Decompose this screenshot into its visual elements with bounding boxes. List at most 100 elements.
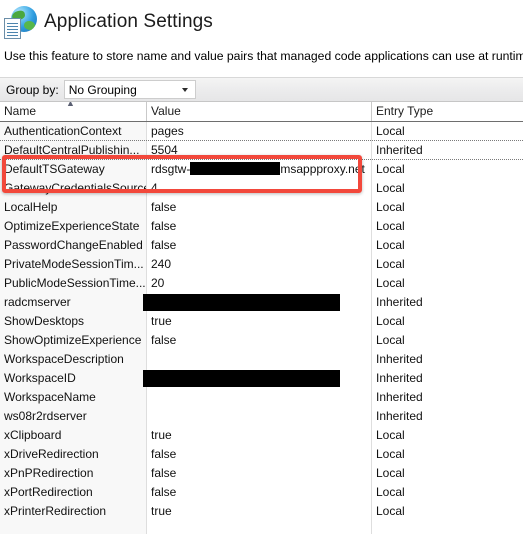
cell-entry-type: Local	[376, 276, 405, 290]
cell-name: PublicModeSessionTime...	[4, 276, 146, 290]
table-row[interactable]: xClipboard true Local	[0, 426, 523, 445]
cell-value: 5504	[151, 143, 178, 157]
table-row[interactable]: AuthenticationContext pages Local	[0, 122, 523, 141]
page-description: Use this feature to store name and value…	[4, 49, 523, 63]
chevron-down-icon	[181, 87, 188, 92]
document-icon	[4, 18, 21, 39]
column-header-entry-type[interactable]: Entry Type	[372, 102, 523, 121]
cell-name: PasswordChangeEnabled	[4, 238, 143, 252]
group-by-select[interactable]: No Grouping	[63, 80, 196, 99]
cell-entry-type: Local	[376, 200, 405, 214]
cell-value: false	[151, 485, 177, 499]
table-row[interactable]: ShowOptimizeExperience false Local	[0, 331, 523, 350]
cell-name: OptimizeExperienceState	[4, 219, 140, 233]
table-row[interactable]: ShowDesktops true Local	[0, 312, 523, 331]
cell-entry-type: Local	[376, 314, 405, 328]
grid-header-row: Name Value Entry Type ▲	[0, 102, 523, 122]
value-prefix: rdsgtw-	[151, 162, 191, 176]
cell-name: WorkspaceID	[4, 371, 76, 385]
cell-name: xClipboard	[4, 428, 62, 442]
page-header: Application Settings	[0, 0, 523, 44]
cell-entry-type: Inherited	[376, 352, 423, 366]
cell-name: xPortRedirection	[4, 485, 93, 499]
cell-entry-type: Local	[376, 466, 405, 480]
table-row[interactable]: xDriveRedirection false Local	[0, 445, 523, 464]
cell-entry-type: Local	[376, 504, 405, 518]
sort-ascending-icon: ▲	[66, 102, 75, 108]
page-title: Application Settings	[44, 11, 213, 32]
cell-value: 4	[151, 181, 158, 195]
cell-value: false	[151, 238, 177, 252]
table-row[interactable]: ws08r2rdserver Inherited	[0, 407, 523, 426]
table-row[interactable]: GatewayCredentialsSource 4 Local	[0, 179, 523, 198]
cell-name: xPnPRedirection	[4, 466, 94, 480]
cell-name: LocalHelp	[4, 200, 58, 214]
group-by-label: Group by:	[6, 82, 59, 97]
table-row[interactable]: xPrinterRedirection true Local	[0, 502, 523, 521]
cell-entry-type: Inherited	[376, 409, 423, 423]
cell-name: GatewayCredentialsSource	[4, 181, 146, 195]
cell-value: true	[151, 428, 172, 442]
table-row[interactable]: PasswordChangeEnabled false Local	[0, 236, 523, 255]
cell-name: DefaultTSGateway	[4, 162, 105, 176]
table-row[interactable]: DefaultCentralPublishin... 5504 Inherited	[0, 141, 523, 160]
settings-grid: Name Value Entry Type ▲ AuthenticationCo…	[0, 102, 523, 534]
cell-name: WorkspaceName	[4, 390, 96, 404]
table-row[interactable]: xPnPRedirection false Local	[0, 464, 523, 483]
cell-entry-type: Local	[376, 333, 405, 347]
cell-value: true	[151, 504, 172, 518]
value-suffix: msappproxy.net	[280, 162, 365, 176]
grid-body: AuthenticationContext pages Local DefaultCe…	[0, 122, 523, 534]
cell-value: 20	[151, 276, 165, 290]
table-row[interactable]: PrivateModeSessionTim... 240 Local	[0, 255, 523, 274]
header-divider-1	[146, 102, 147, 121]
cell-value: pages	[151, 124, 184, 138]
cell-name: PrivateModeSessionTim...	[4, 257, 144, 271]
redaction-bar	[143, 370, 340, 387]
cell-entry-type: Inherited	[376, 295, 423, 309]
table-row[interactable]: PublicModeSessionTime... 20 Local	[0, 274, 523, 293]
cell-value: false	[151, 447, 177, 461]
cell-entry-type: Local	[376, 428, 405, 442]
cell-value	[147, 388, 371, 407]
cell-value: 240	[151, 257, 172, 271]
cell-value: true	[151, 314, 172, 328]
cell-value: rdsgtw-msappproxy.net	[147, 160, 371, 179]
cell-name: xPrinterRedirection	[4, 504, 107, 518]
cell-name: ws08r2rdserver	[4, 409, 87, 423]
cell-entry-type: Local	[376, 219, 405, 233]
cell-entry-type: Local	[376, 162, 405, 176]
cell-name: AuthenticationContext	[4, 124, 122, 138]
table-row[interactable]: WorkspaceDescription Inherited	[0, 350, 523, 369]
cell-entry-type: Inherited	[376, 143, 423, 157]
redaction-bar	[190, 162, 281, 175]
header-divider-2	[371, 102, 372, 121]
cell-entry-type: Local	[376, 181, 405, 195]
cell-entry-type: Local	[376, 124, 405, 138]
cell-name: ShowDesktops	[4, 314, 85, 328]
group-by-toolbar: Group by: No Grouping	[0, 77, 523, 102]
cell-value	[147, 407, 371, 426]
cell-value: false	[151, 200, 177, 214]
cell-entry-type: Local	[376, 257, 405, 271]
cell-value: false	[151, 333, 177, 347]
cell-entry-type: Local	[376, 447, 405, 461]
table-row[interactable]: DefaultTSGateway rdsgtw-msappproxy.net Loc…	[0, 160, 523, 179]
cell-name: radcmserver	[4, 295, 71, 309]
table-row[interactable]: LocalHelp false Local	[0, 198, 523, 217]
cell-entry-type: Inherited	[376, 371, 423, 385]
cell-entry-type: Local	[376, 238, 405, 252]
globe-document-icon	[4, 5, 38, 39]
group-by-value: No Grouping	[68, 82, 137, 97]
table-row[interactable]: WorkspaceName Inherited	[0, 388, 523, 407]
table-row[interactable]: OptimizeExperienceState false Local	[0, 217, 523, 236]
cell-value: false	[151, 466, 177, 480]
column-header-value[interactable]: Value	[147, 102, 371, 121]
cell-value: false	[151, 219, 177, 233]
redaction-bar	[143, 294, 340, 311]
cell-name: xDriveRedirection	[4, 447, 99, 461]
table-row[interactable]: xPortRedirection false Local	[0, 483, 523, 502]
cell-name: DefaultCentralPublishin...	[4, 143, 140, 157]
cell-entry-type: Local	[376, 485, 405, 499]
cell-entry-type: Inherited	[376, 390, 423, 404]
